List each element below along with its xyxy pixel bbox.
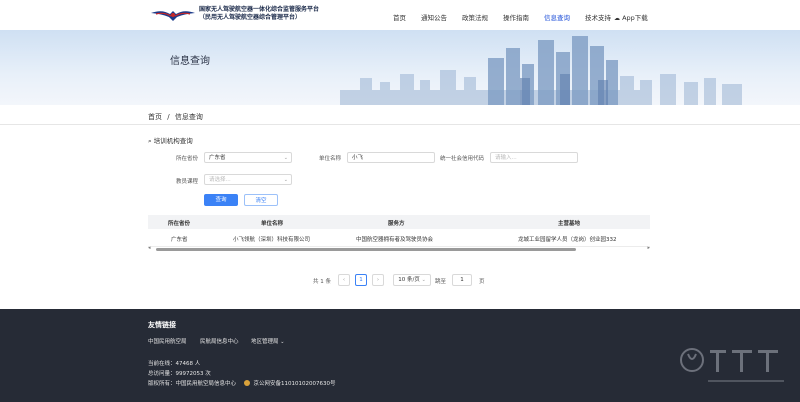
app-download-link[interactable]: ☁ App下载 <box>614 12 648 22</box>
online-label: 当前在线： <box>148 361 176 367</box>
section-title-text: 培训机构查询 <box>153 137 193 145</box>
page-size-select[interactable]: 10 条/页 ⌄ <box>393 274 431 286</box>
nav-info-query[interactable]: 信息查询 <box>544 12 570 22</box>
chevron-down-icon: ⌄ <box>283 177 288 183</box>
top-header: 国家无人驾驶航空器一体化综合监管服务平台 （民用无人驾驶航空器综合管理平台） 首… <box>0 0 800 30</box>
nav-policies[interactable]: 政策法规 <box>462 12 488 22</box>
visits-label: 总访问量： <box>148 371 176 377</box>
site-title-line2: （民用无人驾驶航空器综合管理平台） <box>199 14 302 21</box>
goto-page-input[interactable]: 1 <box>452 274 472 286</box>
column-header-province: 所在省份 <box>168 221 191 227</box>
online-value: 47468 人 <box>175 361 201 367</box>
column-header-unit: 单位名称 <box>261 221 284 227</box>
online-count: 当前在线：47468 人 <box>148 359 200 367</box>
visit-count: 总访问量：99972053 次 <box>148 369 211 377</box>
nav-home[interactable]: 首页 <box>393 12 406 22</box>
cell-service: 中国航空器拥有者及驾驶员协会 <box>356 237 434 243</box>
site-title: 国家无人驾驶航空器一体化综合监管服务平台 （民用无人驾驶航空器综合管理平台） <box>199 6 319 22</box>
chevron-down-icon: ⌄ <box>283 155 288 161</box>
breadcrumb-home[interactable]: 首页 <box>148 113 162 121</box>
scroll-right-icon[interactable]: ▸ <box>647 245 650 251</box>
search-icon: ⌕ <box>148 137 152 145</box>
province-select[interactable]: 广东省 ⌄ <box>204 152 292 163</box>
copyright-text: 版权所有：中国民用航空局信息中心 <box>148 381 237 387</box>
next-page-button[interactable]: › <box>372 274 384 286</box>
chevron-down-icon: ⌄ <box>280 339 285 345</box>
breadcrumb-separator: / <box>167 113 170 121</box>
main-nav: 首页 通知公告 政策法规 操作指南 信息查询 技术支持 <box>393 12 626 22</box>
goto-label: 跳至 <box>435 279 447 285</box>
unit-name-input[interactable]: 小飞 <box>347 152 435 163</box>
nav-guide[interactable]: 操作指南 <box>503 12 529 22</box>
course-select[interactable]: 请选择... ⌄ <box>204 174 292 185</box>
search-button[interactable]: 查询 <box>204 194 238 206</box>
course-label: 教员课程 <box>176 179 199 185</box>
province-label: 所在省份 <box>176 156 199 162</box>
link-regional-admin[interactable]: 地区管理局 ⌄ <box>251 337 284 345</box>
caac-logo[interactable] <box>150 7 196 23</box>
column-header-service: 服务方 <box>388 221 405 227</box>
course-select-placeholder: 请选择... <box>209 177 231 183</box>
link-caac[interactable]: 中国民用航空局 <box>148 337 187 345</box>
hero-banner: 信息查询 <box>0 30 800 105</box>
credit-code-input[interactable]: 请输入... <box>490 152 578 163</box>
link-info-center[interactable]: 民航局信息中心 <box>200 337 239 345</box>
province-select-value: 广东省 <box>209 155 226 161</box>
site-title-line1: 国家无人驾驶航空器一体化综合监管服务平台 <box>199 6 320 13</box>
cell-unit: 小飞领航（深圳）科技有限公司 <box>233 237 311 243</box>
city-skyline-illustration <box>340 36 742 105</box>
page-suffix: 页 <box>479 279 485 285</box>
visits-value: 99972053 次 <box>175 371 211 377</box>
pagination-total: 共 1 条 <box>313 279 331 285</box>
clear-button[interactable]: 清空 <box>244 194 278 206</box>
scroll-left-icon[interactable]: ◂ <box>148 245 151 251</box>
scrollbar-thumb[interactable] <box>156 248 576 251</box>
breadcrumb: 首页 / 信息查询 <box>148 112 203 122</box>
friendly-links-title: 友情链接 <box>148 321 176 329</box>
table-row[interactable]: 广东省 小飞领航（深圳）科技有限公司 中国航空器拥有者及驾驶员协会 龙城工业园留… <box>148 229 650 247</box>
icp-record-link[interactable]: 京公网安备11010102007630号 <box>254 381 336 387</box>
page-size-value: 10 条/页 <box>398 277 420 283</box>
divider <box>0 124 800 125</box>
column-header-base: 主营基地 <box>558 221 581 227</box>
credit-code-label: 统一社会信用代码 <box>440 156 485 162</box>
cell-base: 龙城工业园留学人员（龙岗）创业园332 <box>518 237 617 243</box>
table-scrollbar[interactable]: ◂ ▸ <box>148 245 650 251</box>
watermark-logo <box>680 348 784 382</box>
link-regional-admin-label: 地区管理局 <box>251 339 279 345</box>
nav-notices[interactable]: 通知公告 <box>421 12 447 22</box>
table-header: 所在省份 单位名称 服务方 主营基地 <box>148 215 650 229</box>
breadcrumb-current: 信息查询 <box>174 113 203 121</box>
unit-label: 单位名称 <box>319 156 342 162</box>
chevron-down-icon: ⌄ <box>421 277 426 283</box>
cloud-download-icon: ☁ <box>614 15 620 22</box>
cell-province: 广东省 <box>171 237 188 243</box>
prev-page-button[interactable]: ‹ <box>338 274 350 286</box>
app-download-label: App下载 <box>622 14 648 22</box>
section-title: ⌕ 培训机构查询 <box>148 135 193 146</box>
nav-support[interactable]: 技术支持 <box>585 12 611 22</box>
police-badge-icon <box>243 380 250 386</box>
copyright-line: 版权所有：中国民用航空局信息中心 京公网安备11010102007630号 <box>148 379 336 387</box>
page-1-button[interactable]: 1 <box>355 274 367 286</box>
hero-title: 信息查询 <box>170 56 210 67</box>
